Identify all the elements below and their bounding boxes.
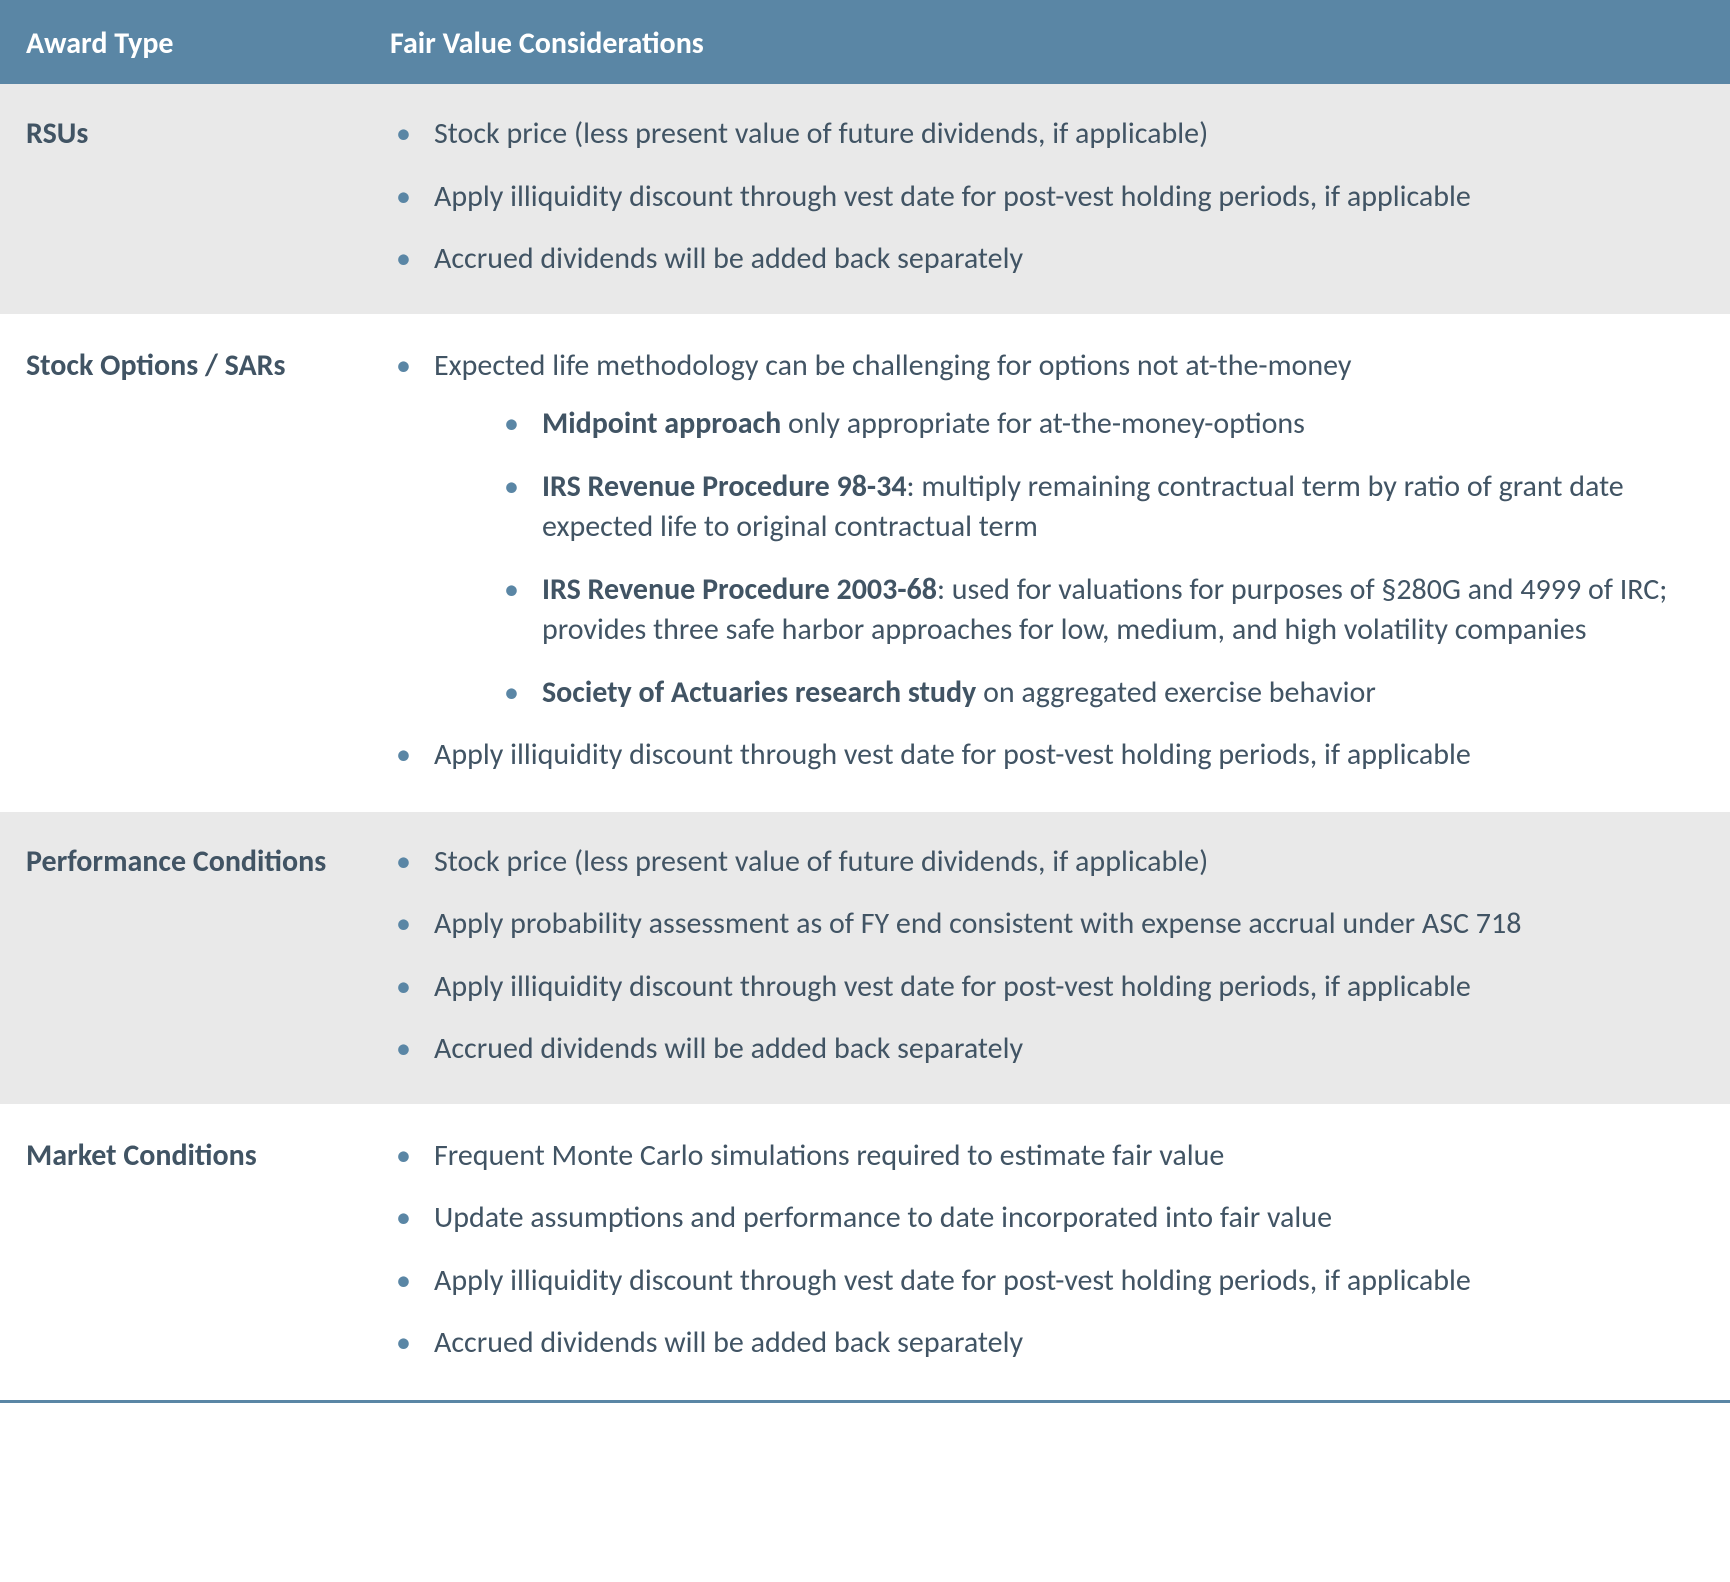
table-row: RSUs Stock price (less present value of f… [0, 84, 1730, 316]
list-item: IRS Revenue Procedure 98-34: multiply re… [434, 467, 1700, 548]
list-item: Expected life methodology can be challen… [390, 346, 1700, 714]
bullet-text: Apply probability assessment as of FY en… [434, 905, 1521, 942]
list-item: Accrued dividends will be added back sep… [390, 239, 1700, 280]
fair-value-table: Award Type Fair Value Considerations RSU… [0, 0, 1730, 1403]
table-row: Stock Options / SARs Expected life method… [0, 316, 1730, 812]
sub-bullet-bold: Midpoint approach [542, 405, 781, 442]
bullet-text: Apply illiquidity discount through vest … [434, 1262, 1471, 1299]
list-item: IRS Revenue Procedure 2003-68: used for … [434, 570, 1700, 651]
sub-bullet-bold: Society of Actuaries research study [542, 674, 976, 711]
considerations-cell: Stock price (less present value of futur… [370, 842, 1730, 1070]
award-type-cell: Market Conditions [0, 1136, 370, 1364]
considerations-cell: Stock price (less present value of futur… [370, 114, 1730, 280]
bullet-text: Accrued dividends will be added back sep… [434, 240, 1023, 277]
bullet-list: Stock price (less present value of futur… [390, 114, 1700, 280]
bullet-list: Frequent Monte Carlo simulations require… [390, 1136, 1700, 1364]
bullet-text: Accrued dividends will be added back sep… [434, 1324, 1023, 1361]
bullet-text: Apply illiquidity discount through vest … [434, 968, 1471, 1005]
list-item: Apply illiquidity discount through vest … [390, 735, 1700, 776]
award-type-cell: RSUs [0, 114, 370, 280]
considerations-cell: Expected life methodology can be challen… [370, 346, 1730, 776]
list-item: Apply probability assessment as of FY en… [390, 904, 1700, 945]
table-row: Performance Conditions Stock price (less … [0, 812, 1730, 1106]
bullet-list: Expected life methodology can be challen… [390, 346, 1700, 776]
bullet-text: Apply illiquidity discount through vest … [434, 178, 1471, 215]
sub-bullet-list: Midpoint approach only appropriate for a… [434, 404, 1700, 713]
sub-bullet-rest: only appropriate for at-the-money-option… [781, 405, 1305, 442]
bullet-text: Accrued dividends will be added back sep… [434, 1030, 1023, 1067]
table-row: Market Conditions Frequent Monte Carlo si… [0, 1106, 1730, 1400]
list-item: Stock price (less present value of futur… [390, 114, 1700, 155]
list-item: Apply illiquidity discount through vest … [390, 967, 1700, 1008]
list-item: Accrued dividends will be added back sep… [390, 1029, 1700, 1070]
list-item: Apply illiquidity discount through vest … [390, 1261, 1700, 1302]
bullet-text: Stock price (less present value of futur… [434, 115, 1208, 152]
considerations-cell: Frequent Monte Carlo simulations require… [370, 1136, 1730, 1364]
bullet-text: Update assumptions and performance to da… [434, 1199, 1332, 1236]
list-item: Midpoint approach only appropriate for a… [434, 404, 1700, 445]
list-item: Accrued dividends will be added back sep… [390, 1323, 1700, 1364]
sub-bullet-rest: on aggregated exercise behavior [976, 674, 1376, 711]
bullet-text: Expected life methodology can be challen… [434, 347, 1351, 384]
list-item: Apply illiquidity discount through vest … [390, 177, 1700, 218]
bullet-text: Apply illiquidity discount through vest … [434, 736, 1471, 773]
bullet-text: Stock price (less present value of futur… [434, 843, 1208, 880]
list-item: Society of Actuaries research study on a… [434, 673, 1700, 714]
award-type-cell: Performance Conditions [0, 842, 370, 1070]
award-type-cell: Stock Options / SARs [0, 346, 370, 776]
list-item: Frequent Monte Carlo simulations require… [390, 1136, 1700, 1177]
bullet-text: Frequent Monte Carlo simulations require… [434, 1137, 1224, 1174]
table-header-row: Award Type Fair Value Considerations [0, 3, 1730, 84]
sub-bullet-bold: IRS Revenue Procedure 2003-68 [542, 571, 937, 608]
list-item: Stock price (less present value of futur… [390, 842, 1700, 883]
header-award-type: Award Type [0, 25, 370, 62]
bullet-list: Stock price (less present value of futur… [390, 842, 1700, 1070]
sub-bullet-bold: IRS Revenue Procedure 98-34 [542, 468, 907, 505]
list-item: Update assumptions and performance to da… [390, 1198, 1700, 1239]
header-considerations: Fair Value Considerations [370, 25, 1730, 62]
